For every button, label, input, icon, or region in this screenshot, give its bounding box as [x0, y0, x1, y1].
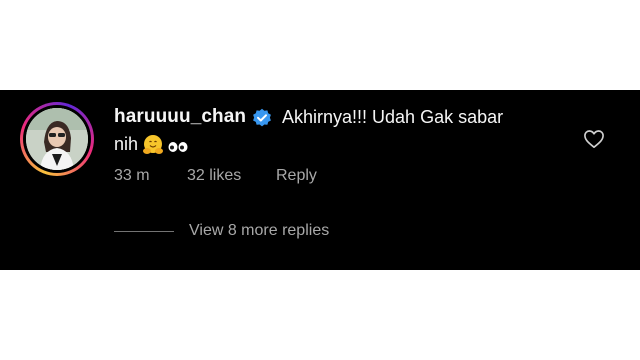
comment-likes-count[interactable]: 32 likes [187, 167, 241, 185]
comment-timestamp: 33 m [114, 167, 150, 184]
avatar-photo [26, 108, 88, 170]
hugging-face-emoji-icon [143, 135, 163, 154]
replies-divider-line [114, 231, 174, 232]
eyes-emoji-icon [168, 142, 188, 152]
view-more-replies-button[interactable]: View 8 more replies [189, 222, 329, 240]
avatar-ring-gap [23, 105, 91, 173]
verified-badge-icon [253, 108, 271, 127]
heart-outline-icon[interactable] [583, 129, 605, 149]
comment-text-line-1: Akhirnya!!! Udah Gak sabar [282, 107, 504, 127]
comment-username[interactable]: haruuuu_chan [114, 106, 246, 128]
avatar[interactable] [26, 108, 88, 170]
reply-button[interactable]: Reply [276, 167, 317, 185]
comment-text-line-2: nih [114, 134, 139, 154]
avatar-story-ring[interactable] [20, 102, 94, 176]
